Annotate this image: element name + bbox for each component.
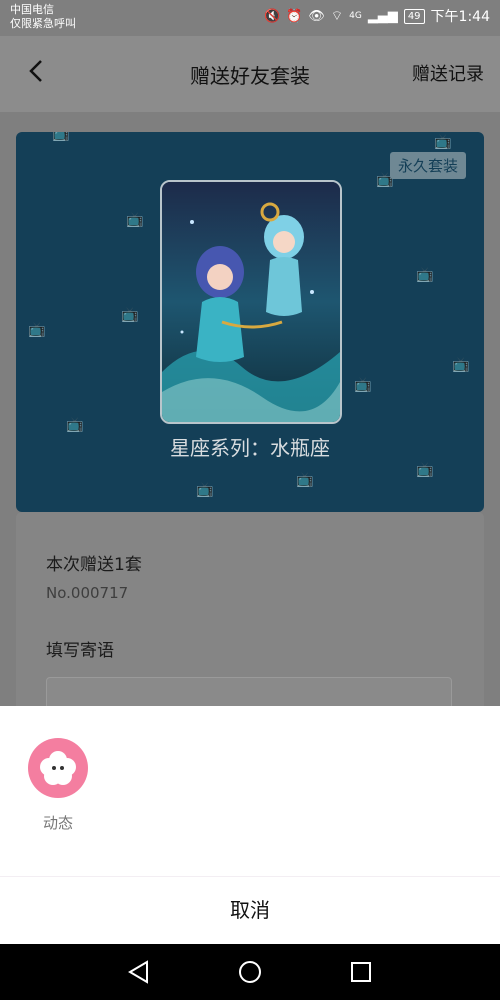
nav-recents-icon[interactable] xyxy=(347,958,375,986)
battery-level: 49 xyxy=(403,8,425,24)
pattern-tv-icon: 📺 xyxy=(296,472,314,488)
suit-card: 📺 📺 📺 📺 📺 📺 📺 📺 📺 📺 📺 📺 📺 永久套装 星座系列：水瓶座 xyxy=(16,132,484,512)
wifi-icon: ⌔ xyxy=(330,9,344,24)
pattern-tv-icon: 📺 xyxy=(66,417,84,433)
pattern-tv-icon: 📺 xyxy=(452,357,470,373)
pattern-tv-icon: 📺 xyxy=(416,267,434,283)
page-body: 📺 📺 📺 📺 📺 📺 📺 📺 📺 📺 📺 📺 📺 永久套装 星座系列：水瓶座 … xyxy=(0,112,500,812)
nav-back-icon[interactable] xyxy=(125,958,153,986)
moments-icon[interactable] xyxy=(28,738,88,798)
aquarius-artwork xyxy=(160,180,342,424)
share-sheet: 动态 取消 xyxy=(0,706,500,944)
gift-record-link[interactable]: 赠送记录 xyxy=(412,60,484,86)
cancel-button[interactable]: 取消 xyxy=(0,877,500,944)
signal-icon: ▂▄▆ xyxy=(367,8,398,24)
emergency-calls-text: 仅限紧急呼叫 xyxy=(10,17,76,30)
share-option-label: 动态 xyxy=(42,814,73,832)
gift-count-text: 本次赠送1套 xyxy=(46,555,142,575)
carrier-info: 中国电信 仅限紧急呼叫 xyxy=(10,3,76,31)
eye-icon: 👁 xyxy=(308,8,325,24)
mute-icon: 🔇 xyxy=(263,8,281,24)
status-indicators: 🔇 ⏰ 👁 ⌔ 4G ▂▄▆ 49 下午1:44 xyxy=(264,6,490,26)
system-navigation-bar xyxy=(0,944,500,1000)
carrier-name: 中国电信 xyxy=(10,3,54,16)
pattern-tv-icon: 📺 xyxy=(416,462,434,478)
pattern-tv-icon: 📺 xyxy=(28,322,46,338)
serial-number: No.000717 xyxy=(46,584,129,602)
pattern-tv-icon: 📺 xyxy=(196,482,214,498)
status-bar: 中国电信 仅限紧急呼叫 🔇 ⏰ 👁 ⌔ 4G ▂▄▆ 49 下午1:44 xyxy=(0,0,500,36)
top-navigation-bar: 赠送好友套装 赠送记录 xyxy=(0,36,500,112)
nav-home-icon[interactable] xyxy=(236,958,264,986)
permanent-suit-badge: 永久套装 xyxy=(389,152,466,179)
status-time: 下午1:44 xyxy=(430,9,490,25)
pattern-tv-icon: 📺 xyxy=(52,132,70,142)
pattern-tv-icon: 📺 xyxy=(121,307,139,323)
pattern-tv-icon: 📺 xyxy=(434,134,452,150)
network-type-label: 4G xyxy=(349,11,362,21)
suit-name: 星座系列：水瓶座 xyxy=(170,436,330,460)
share-option-moments[interactable]: 动态 xyxy=(28,738,88,833)
alarm-icon: ⏰ xyxy=(286,8,303,24)
message-label: 填写寄语 xyxy=(46,641,114,661)
pattern-tv-icon: 📺 xyxy=(126,212,144,228)
pattern-tv-icon: 📺 xyxy=(354,377,372,393)
